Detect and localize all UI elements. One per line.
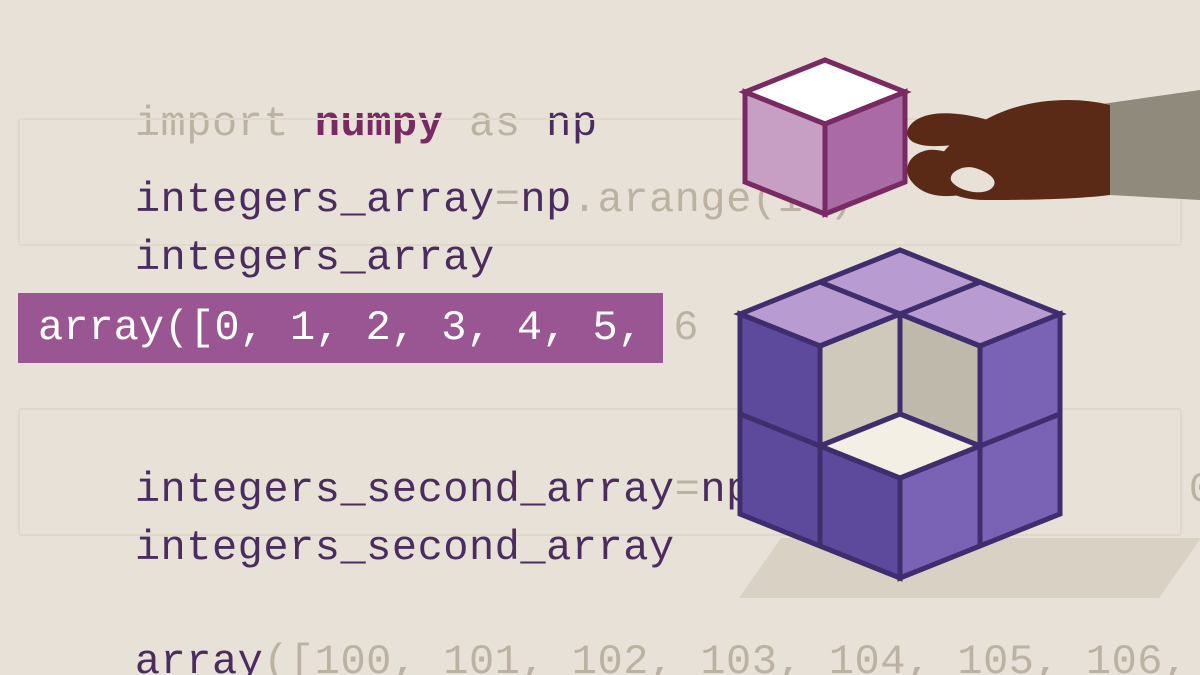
small-cube-icon [745, 60, 905, 214]
illustration [640, 50, 1200, 650]
output-highlight: array([0, 1, 2, 3, 4, 5, [18, 293, 663, 363]
illustration-svg [640, 50, 1200, 650]
output-highlight-text: array([0, 1, 2, 3, 4, 5, [38, 304, 643, 352]
hand-icon [907, 90, 1200, 200]
canvas: import numpy as np integers_array=np.ara… [0, 0, 1200, 675]
